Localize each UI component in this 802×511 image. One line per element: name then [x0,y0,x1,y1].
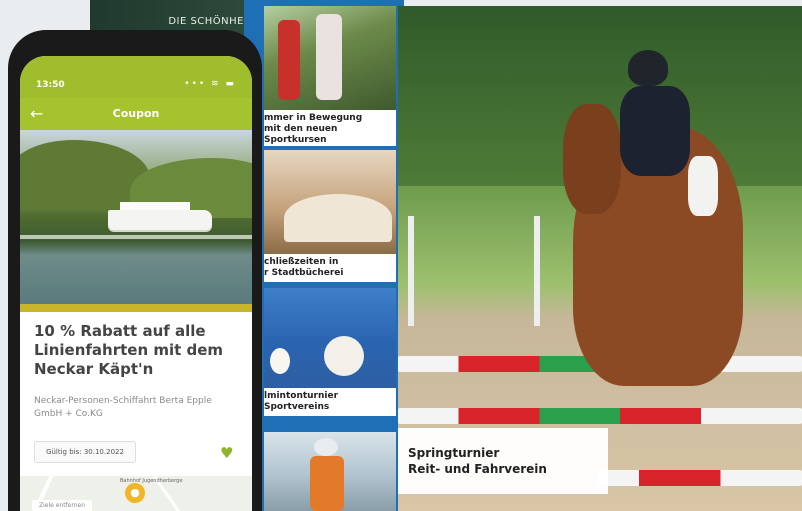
status-time: 13:50 [36,80,65,90]
caption-line: chließzeiten in [264,257,339,267]
fence-post [408,216,540,326]
coupon-company: Neckar-Personen-Schiffahrt Berta Epple G… [34,396,212,419]
status-icons: ••• ≋ ▬ [184,79,236,89]
caption-line: mmer in Bewegung [264,113,363,123]
magazine-header-text: DIE SCHÖNHE [168,16,244,27]
coupon-title: 10 % Rabatt auf alle Linienfahrten mit d… [34,322,224,378]
validity-badge: Gültig bis: 30.10.2022 [34,441,136,463]
article-image-shuttlecocks [264,288,396,388]
article-caption: lmintonturnier Sportvereins [264,388,396,416]
feature-subtitle: Reit- und Fahrverein [408,462,547,476]
caption-line: r Stadtbücherei [264,268,344,278]
caption-line: Sportvereins [264,402,330,412]
passenger-ship [108,210,212,230]
map-preview[interactable]: Bahnhof Jugendherberge ● Ziele entfernen [20,476,252,511]
article-card-badminton[interactable]: lmintonturnier Sportvereins [264,288,396,428]
phone-screen: 13:50 ••• ≋ ▬ ← Coupon 10 % Rabatt auf a… [20,56,252,511]
river-reflection [20,235,252,239]
caption-line: mit den neuen Sportkursen [264,124,338,145]
app-bar-title: Coupon [112,107,160,120]
article-image-book [264,150,396,254]
article-caption: chließzeiten in r Stadtbücherei [264,254,396,282]
map-pin-icon[interactable]: ● [125,483,145,503]
heart-icon[interactable]: ♥ [220,444,233,462]
article-card-climbing[interactable] [264,432,396,511]
article-card-library[interactable]: chließzeiten in r Stadtbücherei [264,150,396,282]
article-image-walkers [264,6,396,110]
map-label: Bahnhof Jugendherberge [120,478,183,484]
coupon-hero-image [20,130,252,304]
article-caption: mmer in Bewegung mit den neuen Sportkurs… [264,110,396,146]
feature-title: Springturnier [408,446,500,460]
article-image-climber [264,432,396,511]
horse-head [563,104,621,214]
hero-accent-strip [20,304,252,312]
status-bar: 13:50 ••• ≋ ▬ [20,56,252,98]
caption-line: lmintonturnier [264,391,339,401]
article-card-sport-courses[interactable]: mmer in Bewegung mit den neuen Sportkurs… [264,6,396,146]
map-chip[interactable]: Ziele entfernen [32,500,92,511]
rider-jacket [620,86,690,176]
rider-helmet [628,50,668,86]
app-bar: ← Coupon [20,98,252,130]
jump-rail-bottom [598,470,802,486]
jump-rail-middle [398,408,802,424]
feature-caption-box: Springturnier Reit- und Fahrverein [398,428,608,494]
rider-breeches [688,156,718,216]
